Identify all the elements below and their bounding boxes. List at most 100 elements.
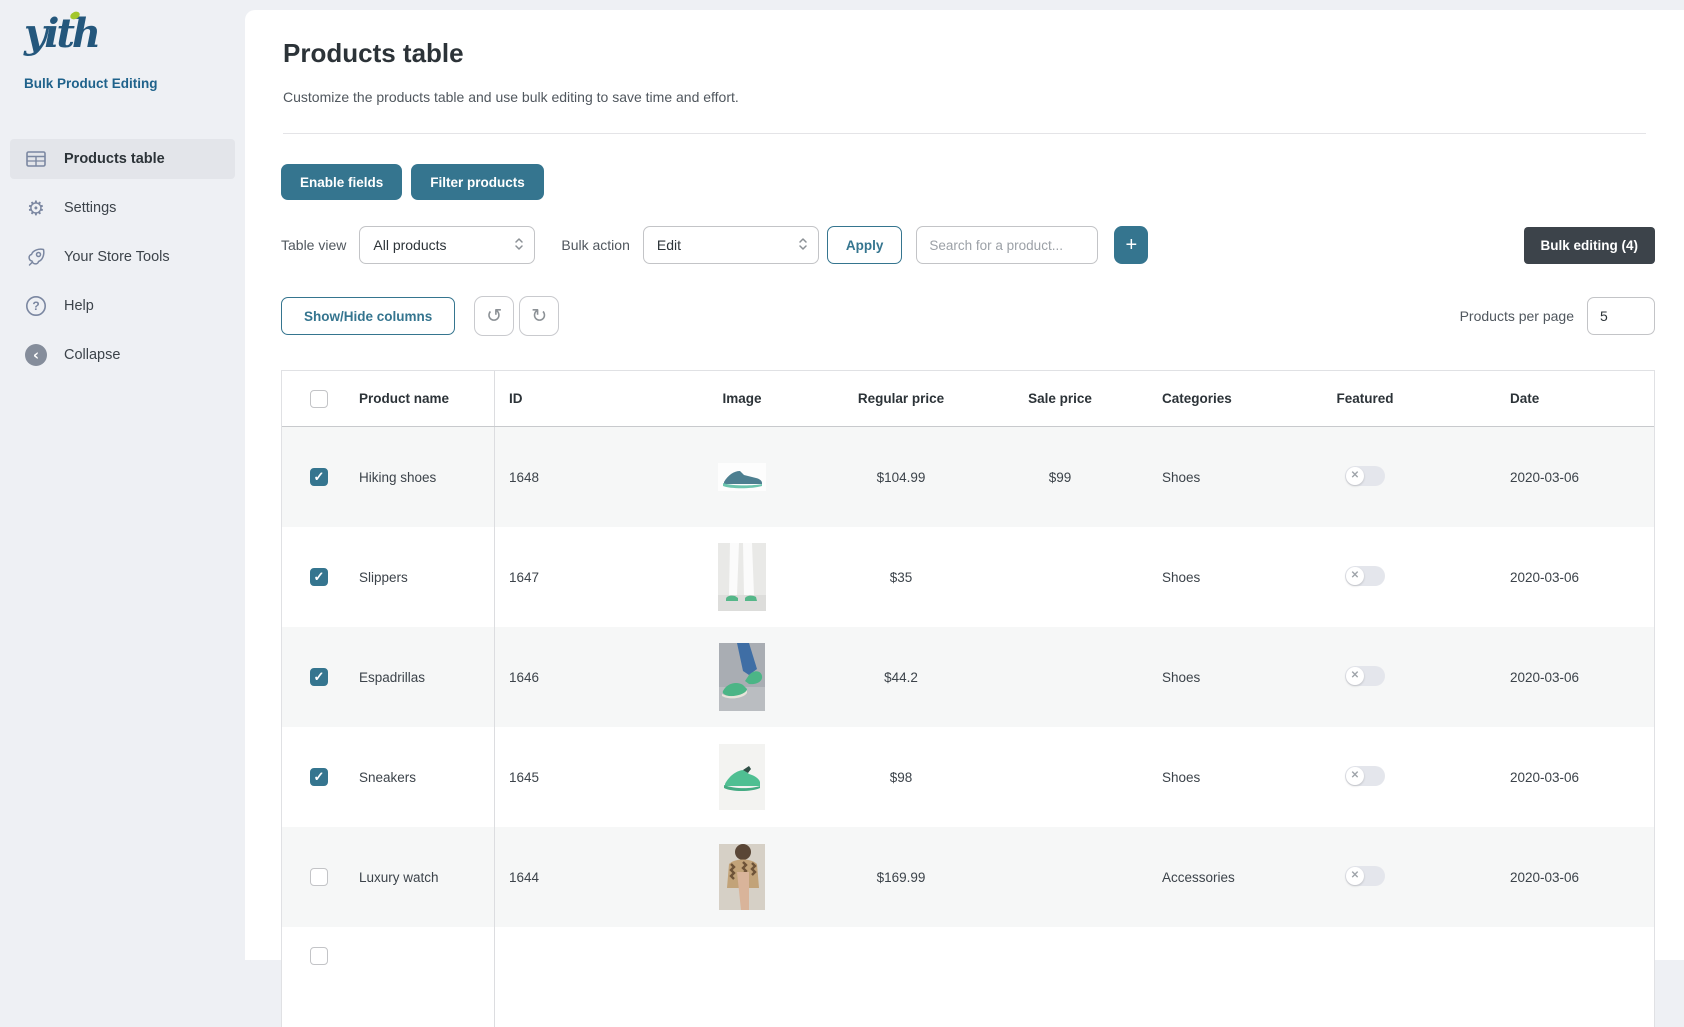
product-id-cell: 1648 bbox=[495, 470, 672, 485]
hiking-shoes-photo bbox=[718, 463, 766, 491]
regular-price-cell: $44.2 bbox=[812, 670, 990, 685]
column-header-regular-price[interactable]: Regular price bbox=[812, 391, 990, 406]
sidebar-item-settings[interactable]: ⚙ Settings bbox=[10, 188, 235, 228]
sidebar-item-help[interactable]: ? Help bbox=[10, 286, 235, 326]
featured-cell: ✕ bbox=[1282, 766, 1448, 789]
chevron-updown-icon bbox=[514, 236, 524, 255]
featured-toggle[interactable]: ✕ bbox=[1345, 566, 1385, 586]
categories-cell: Shoes bbox=[1130, 770, 1282, 785]
products-table: Product name ID Image Regular price Sale… bbox=[281, 370, 1655, 1027]
svg-text:?: ? bbox=[32, 299, 39, 313]
products-per-page-label: Products per page bbox=[1460, 308, 1574, 324]
product-image-cell bbox=[672, 463, 812, 491]
sidebar-item-label: Settings bbox=[64, 200, 116, 216]
column-header-product-name[interactable]: Product name bbox=[338, 371, 495, 426]
featured-cell: ✕ bbox=[1282, 566, 1448, 589]
featured-cell: ✕ bbox=[1282, 466, 1448, 489]
undo-button[interactable]: ↺ bbox=[474, 296, 514, 336]
toggle-off-icon: ✕ bbox=[1346, 567, 1364, 585]
bulk-action-select[interactable]: Edit bbox=[643, 226, 819, 264]
sidebar-item-label: Help bbox=[64, 298, 94, 314]
product-id-cell: 1647 bbox=[495, 570, 672, 585]
featured-toggle[interactable]: ✕ bbox=[1345, 466, 1385, 486]
product-image-cell bbox=[672, 543, 812, 611]
bulk-editing-button[interactable]: Bulk editing (4) bbox=[1524, 227, 1656, 264]
categories-cell: Shoes bbox=[1130, 470, 1282, 485]
toggle-off-icon: ✕ bbox=[1346, 867, 1364, 885]
date-cell: 2020-03-06 bbox=[1448, 870, 1654, 885]
featured-cell: ✕ bbox=[1282, 666, 1448, 689]
bulk-action-label: Bulk action bbox=[561, 237, 629, 253]
product-id-cell: 1644 bbox=[495, 870, 672, 885]
sidebar-item-your-store-tools[interactable]: Your Store Tools bbox=[10, 237, 235, 277]
product-image-cell bbox=[672, 744, 812, 810]
featured-toggle[interactable]: ✕ bbox=[1345, 866, 1385, 886]
page-title: Products table bbox=[283, 38, 1646, 69]
enable-fields-button[interactable]: Enable fields bbox=[281, 164, 402, 200]
categories-cell: Accessories bbox=[1130, 870, 1282, 885]
column-header-image[interactable]: Image bbox=[672, 391, 812, 406]
slippers-photo bbox=[718, 543, 766, 611]
collapse-icon: ‹ bbox=[24, 343, 48, 367]
show-hide-columns-button[interactable]: Show/Hide columns bbox=[281, 297, 455, 335]
regular-price-cell: $98 bbox=[812, 770, 990, 785]
row-checkbox[interactable] bbox=[310, 947, 328, 965]
sidebar-menu: Products table ⚙ Settings Your Store Too… bbox=[10, 139, 235, 375]
product-name-cell: Hiking shoes bbox=[338, 427, 495, 527]
product-image-cell bbox=[672, 643, 812, 711]
column-header-categories[interactable]: Categories bbox=[1130, 391, 1282, 406]
search-input[interactable] bbox=[916, 226, 1098, 264]
sidebar-item-label: Collapse bbox=[64, 347, 120, 363]
table-row: Luxury watch 1644 $169.99 Accessorie bbox=[282, 827, 1654, 927]
date-cell: 2020-03-06 bbox=[1448, 470, 1654, 485]
product-name-cell: Espadrillas bbox=[338, 627, 495, 727]
gear-icon: ⚙ bbox=[24, 196, 48, 220]
table-header-row: Product name ID Image Regular price Sale… bbox=[282, 371, 1654, 427]
row-checkbox[interactable] bbox=[310, 468, 328, 486]
filter-row: Table view All products Bulk action Edit… bbox=[281, 226, 1655, 264]
table-row: Slippers 1647 $35 Shoes ✕ bbox=[282, 527, 1654, 627]
plus-icon: + bbox=[1126, 234, 1138, 257]
featured-toggle[interactable]: ✕ bbox=[1345, 766, 1385, 786]
bulk-action-selected-value: Edit bbox=[657, 237, 681, 253]
row-checkbox[interactable] bbox=[310, 668, 328, 686]
redo-button[interactable]: ↻ bbox=[519, 296, 559, 336]
sidebar-item-collapse[interactable]: ‹ Collapse bbox=[10, 335, 235, 375]
product-image-cell bbox=[672, 844, 812, 910]
espadrillas-photo bbox=[719, 643, 765, 711]
regular-price-cell: $35 bbox=[812, 570, 990, 585]
row-checkbox[interactable] bbox=[310, 768, 328, 786]
left-arrow-icon: ‹ bbox=[25, 344, 47, 366]
date-cell: 2020-03-06 bbox=[1448, 570, 1654, 585]
page-subtitle: Customize the products table and use bul… bbox=[283, 89, 1646, 105]
add-product-button[interactable]: + bbox=[1114, 226, 1148, 264]
categories-cell: Shoes bbox=[1130, 670, 1282, 685]
toggle-off-icon: ✕ bbox=[1346, 667, 1364, 685]
filter-products-button[interactable]: Filter products bbox=[411, 164, 544, 200]
primary-actions: Enable fields Filter products bbox=[281, 164, 1655, 200]
page-header: Products table Customize the products ta… bbox=[245, 10, 1684, 134]
sidebar-item-products-table[interactable]: Products table bbox=[10, 139, 235, 179]
table-view-selected-value: All products bbox=[373, 237, 446, 253]
column-header-id[interactable]: ID bbox=[495, 391, 672, 406]
toggle-off-icon: ✕ bbox=[1346, 767, 1364, 785]
featured-toggle[interactable]: ✕ bbox=[1345, 666, 1385, 686]
table-tools-row: Show/Hide columns ↺ ↻ Products per page bbox=[281, 296, 1655, 336]
column-header-featured[interactable]: Featured bbox=[1282, 391, 1448, 406]
table-view-select[interactable]: All products bbox=[359, 226, 535, 264]
select-all-checkbox[interactable] bbox=[310, 390, 328, 408]
apply-button[interactable]: Apply bbox=[827, 226, 903, 264]
regular-price-cell: $169.99 bbox=[812, 870, 990, 885]
products-per-page-input[interactable] bbox=[1587, 297, 1655, 335]
column-header-date[interactable]: Date bbox=[1448, 391, 1654, 406]
column-header-sale-price[interactable]: Sale price bbox=[990, 391, 1130, 406]
product-id-cell: 1646 bbox=[495, 670, 672, 685]
product-name-cell: Slippers bbox=[338, 527, 495, 627]
sneakers-photo bbox=[719, 744, 765, 810]
row-checkbox[interactable] bbox=[310, 568, 328, 586]
table-row: Hiking shoes 1648 $104.99 $99 Shoes ✕ 20… bbox=[282, 427, 1654, 527]
rocket-icon bbox=[24, 245, 48, 269]
row-checkbox[interactable] bbox=[310, 868, 328, 886]
table-view-label: Table view bbox=[281, 237, 346, 253]
page-content: Enable fields Filter products Table view… bbox=[245, 134, 1684, 1027]
